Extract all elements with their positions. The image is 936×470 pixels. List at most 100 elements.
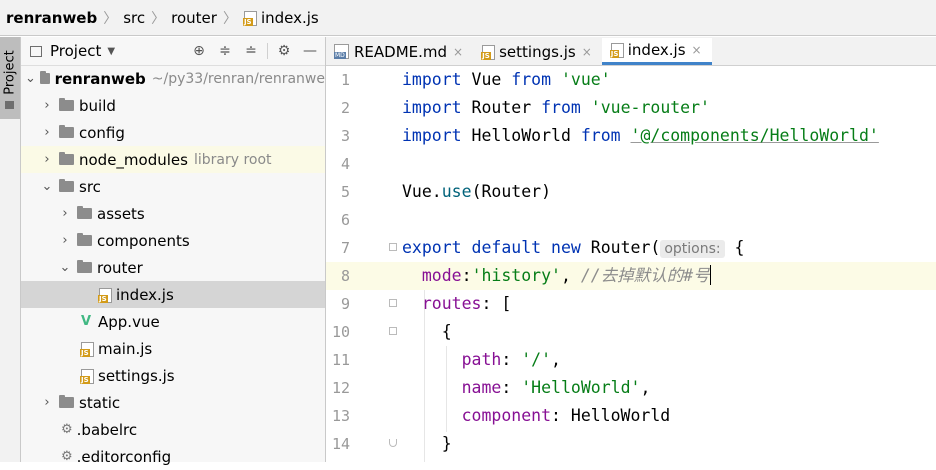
tree-item-label: build [79, 96, 116, 115]
tree-root-path: ~/py33/renran/renranwe [151, 70, 325, 87]
tree-root[interactable]: ⌄ renranweb ~/py33/renran/renranwe [21, 65, 325, 92]
fold-icon[interactable] [389, 243, 397, 251]
breadcrumb-project[interactable]: renranweb [6, 9, 97, 27]
folder-icon [59, 125, 74, 138]
gear-icon[interactable]: ⚙ [276, 43, 292, 59]
breadcrumb-router[interactable]: router [171, 9, 217, 27]
line-number: 8 [340, 267, 350, 285]
tree-item-node-modules[interactable]: › node_modules library root [21, 146, 325, 173]
code-line-8: mode:'history', //去掉默认的#号 [402, 262, 936, 290]
tab-readme[interactable]: README.md × [326, 38, 473, 65]
js-file-icon [98, 287, 112, 303]
project-panel: Project ▼ ⊕ ≑ ≐ ⚙ — ⌄ renranweb ~/py33/r… [21, 37, 325, 466]
chevron-right-icon[interactable]: › [39, 98, 55, 113]
parameter-hint: options: [660, 240, 725, 258]
tree-item-label: components [97, 231, 190, 250]
tree-item-main-js[interactable]: main.js [21, 335, 325, 362]
project-panel-header: Project ▼ ⊕ ≑ ≐ ⚙ — [21, 37, 325, 66]
project-icon [30, 45, 42, 57]
code-line-11: path: '/', [461, 350, 561, 369]
chevron-right-icon: 〉 [151, 10, 166, 27]
tree-item-label: static [79, 393, 121, 412]
tree-root-label: renranweb [54, 69, 146, 88]
line-number: 13 [331, 407, 350, 425]
code-line-5: Vue.use(Router) [402, 182, 552, 201]
tree-item-components[interactable]: › components [21, 227, 325, 254]
line-number: 1 [340, 71, 350, 89]
chevron-right-icon[interactable]: › [39, 125, 55, 140]
tree-item-label: App.vue [98, 312, 160, 331]
tab-index-js[interactable]: index.js × [601, 38, 712, 65]
close-icon[interactable]: × [453, 45, 463, 59]
line-number: 14 [331, 435, 350, 453]
tree-item-build[interactable]: › build [21, 92, 325, 119]
chevron-right-icon: 〉 [103, 10, 118, 27]
vue-file-icon: V [80, 314, 92, 329]
chevron-right-icon[interactable]: › [39, 395, 55, 410]
project-panel-title[interactable]: Project [50, 42, 101, 60]
tree-item-app-vue[interactable]: V App.vue [21, 308, 325, 335]
breadcrumb-src[interactable]: src [123, 9, 145, 27]
project-tool-tab[interactable]: Project [0, 37, 20, 119]
collapse-all-icon[interactable]: ≐ [243, 43, 259, 59]
tree-item-label: router [97, 258, 143, 277]
code-line-14: } [441, 434, 452, 453]
folder-icon [77, 260, 92, 273]
expand-all-icon[interactable]: ≑ [217, 43, 233, 59]
chevron-right-icon[interactable]: › [39, 152, 55, 167]
tree-item-settings-js[interactable]: settings.js [21, 362, 325, 389]
tree-item-assets[interactable]: › assets [21, 200, 325, 227]
tree-item-label: main.js [98, 339, 153, 358]
tree-item-src[interactable]: ⌄ src [21, 173, 325, 200]
tree-item-editorconfig[interactable]: ⚙ .editorconfig [21, 443, 325, 470]
fold-icon[interactable] [389, 327, 397, 335]
editor-tabs: README.md × settings.js × index.js × [326, 37, 936, 66]
line-number: 11 [331, 351, 350, 369]
locate-icon[interactable]: ⊕ [191, 43, 207, 59]
fold-icon[interactable] [389, 299, 397, 307]
tab-label: index.js [627, 41, 686, 59]
project-tool-tab-label: Project [2, 50, 18, 95]
line-number: 7 [340, 239, 350, 257]
code-editor[interactable]: import Vue from 'vue' import Router from… [402, 66, 936, 462]
fold-icon[interactable] [389, 439, 397, 447]
line-number: 2 [340, 99, 350, 117]
code-line-1: import Vue from 'vue' [402, 70, 611, 89]
config-file-icon: ⚙ [61, 422, 73, 437]
tree-item-label: .editorconfig [76, 447, 172, 466]
close-icon[interactable]: × [582, 45, 592, 59]
chevron-down-icon[interactable]: ▼ [107, 46, 115, 57]
chevron-down-icon[interactable]: ⌄ [39, 179, 55, 194]
line-number: 5 [340, 183, 350, 201]
tree-item-label: settings.js [98, 366, 175, 385]
tree-item-label: config [79, 123, 125, 142]
code-line-12: name: 'HelloWorld', [461, 378, 651, 397]
chevron-right-icon[interactable]: › [57, 206, 73, 221]
chevron-down-icon[interactable]: ⌄ [25, 71, 36, 86]
line-number: 4 [340, 155, 350, 173]
breadcrumb-file[interactable]: index.js [261, 9, 319, 27]
line-number: 12 [331, 379, 350, 397]
folder-icon [59, 179, 74, 192]
chevron-down-icon[interactable]: ⌄ [57, 260, 73, 275]
folder-icon [77, 233, 92, 246]
tree-item-index-js[interactable]: index.js [21, 281, 325, 308]
markdown-file-icon [334, 44, 349, 59]
tree-item-router[interactable]: ⌄ router [21, 254, 325, 281]
line-number: 6 [340, 211, 350, 229]
chevron-right-icon[interactable]: › [57, 233, 73, 248]
tree-item-label: assets [97, 204, 145, 223]
tree-item-config[interactable]: › config [21, 119, 325, 146]
tab-settings-js[interactable]: settings.js × [473, 38, 602, 65]
code-line-13: component: HelloWorld [461, 406, 671, 425]
tree-item-static[interactable]: › static [21, 389, 325, 416]
code-line-10: { [441, 322, 452, 341]
folder-icon [59, 152, 74, 165]
close-icon[interactable]: × [692, 43, 702, 57]
tree-item-babelrc[interactable]: ⚙ .babelrc [21, 416, 325, 443]
hide-icon[interactable]: — [302, 43, 318, 59]
divider [267, 43, 268, 59]
line-number: 9 [340, 295, 350, 313]
tree-item-label: .babelrc [76, 420, 138, 439]
